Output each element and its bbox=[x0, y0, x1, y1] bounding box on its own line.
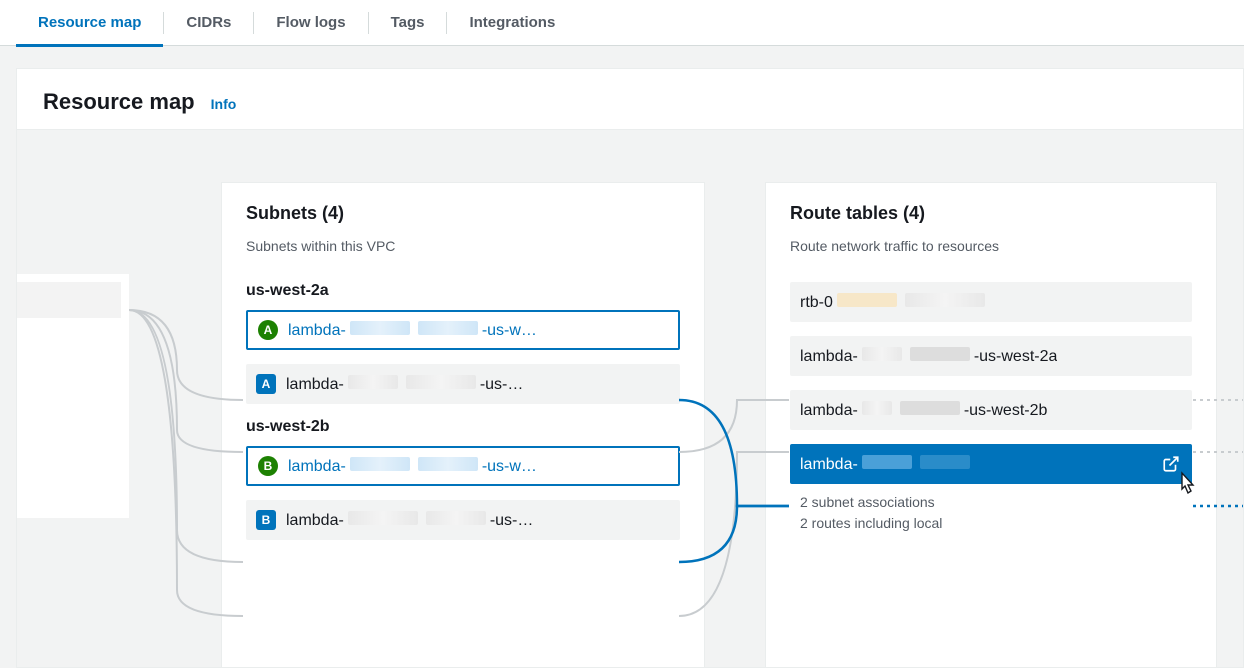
tab-tags[interactable]: Tags bbox=[369, 0, 447, 46]
redacted-text bbox=[837, 293, 897, 307]
routes-subtitle: Route network traffic to resources bbox=[790, 238, 1192, 254]
route-item-selected[interactable]: lambda- bbox=[790, 444, 1192, 484]
tab-flow-logs[interactable]: Flow logs bbox=[254, 0, 367, 46]
redacted-text bbox=[418, 321, 478, 335]
subnet-label: lambda--us-… bbox=[286, 511, 533, 530]
route-label: lambda--us-west-2b bbox=[800, 401, 1047, 420]
subnet-item-a1[interactable]: A lambda--us-w… bbox=[246, 310, 680, 350]
redacted-text bbox=[862, 347, 902, 361]
subnets-title: Subnets (4) bbox=[246, 203, 680, 224]
tab-cidrs[interactable]: CIDRs bbox=[164, 0, 253, 46]
panel-header: Resource map Info bbox=[17, 69, 1243, 130]
vpc-card-cutoff bbox=[17, 274, 129, 518]
route-meta-routes: 2 routes including local bbox=[800, 513, 1192, 534]
redacted-text bbox=[910, 347, 970, 361]
az-badge-b-icon: B bbox=[256, 510, 276, 530]
route-label: lambda- bbox=[800, 455, 974, 474]
redacted-text bbox=[406, 375, 476, 389]
open-external-icon[interactable] bbox=[1162, 455, 1180, 473]
redacted-text bbox=[920, 455, 970, 469]
vpc-row-placeholder bbox=[17, 282, 121, 318]
route-tables-card: Route tables (4) Route network traffic t… bbox=[765, 182, 1217, 668]
tab-integrations[interactable]: Integrations bbox=[447, 0, 577, 46]
subnets-card: Subnets (4) Subnets within this VPC us-w… bbox=[221, 182, 705, 668]
panel-title: Resource map bbox=[43, 89, 195, 115]
route-item-main[interactable]: rtb-0 bbox=[790, 282, 1192, 322]
routes-title: Route tables (4) bbox=[790, 203, 1192, 224]
route-label: lambda--us-west-2a bbox=[800, 347, 1057, 366]
redacted-text bbox=[862, 455, 912, 469]
redacted-text bbox=[862, 401, 892, 415]
az-badge-a-icon: A bbox=[258, 320, 278, 340]
subnet-item-b1[interactable]: B lambda--us-w… bbox=[246, 446, 680, 486]
resource-map-panel: Resource map Info Subnets (4) Subnets wi… bbox=[16, 68, 1244, 668]
tabs-bar: Resource map CIDRs Flow logs Tags Integr… bbox=[0, 0, 1244, 46]
redacted-text bbox=[418, 457, 478, 471]
tab-resource-map[interactable]: Resource map bbox=[16, 0, 163, 46]
redacted-text bbox=[350, 321, 410, 335]
redacted-text bbox=[350, 457, 410, 471]
subnet-label: lambda--us-w… bbox=[288, 457, 537, 476]
map-area: Subnets (4) Subnets within this VPC us-w… bbox=[17, 130, 1243, 668]
redacted-text bbox=[426, 511, 486, 525]
redacted-text bbox=[348, 511, 418, 525]
route-label: rtb-0 bbox=[800, 293, 989, 312]
subnets-subtitle: Subnets within this VPC bbox=[246, 238, 680, 254]
az-badge-b-icon: B bbox=[258, 456, 278, 476]
redacted-text bbox=[348, 375, 398, 389]
subnet-item-a2[interactable]: A lambda--us-… bbox=[246, 364, 680, 404]
route-item-2b[interactable]: lambda--us-west-2b bbox=[790, 390, 1192, 430]
az-label-a: us-west-2a bbox=[246, 282, 680, 300]
redacted-text bbox=[905, 293, 985, 307]
subnet-label: lambda--us-w… bbox=[288, 321, 537, 340]
az-badge-a-icon: A bbox=[256, 374, 276, 394]
subnet-item-b2[interactable]: B lambda--us-… bbox=[246, 500, 680, 540]
redacted-text bbox=[900, 401, 960, 415]
route-item-2a[interactable]: lambda--us-west-2a bbox=[790, 336, 1192, 376]
route-meta: 2 subnet associations 2 routes including… bbox=[800, 492, 1192, 534]
az-label-b: us-west-2b bbox=[246, 418, 680, 436]
subnet-label: lambda--us-… bbox=[286, 375, 523, 394]
info-link[interactable]: Info bbox=[211, 96, 237, 112]
route-meta-assoc: 2 subnet associations bbox=[800, 492, 1192, 513]
